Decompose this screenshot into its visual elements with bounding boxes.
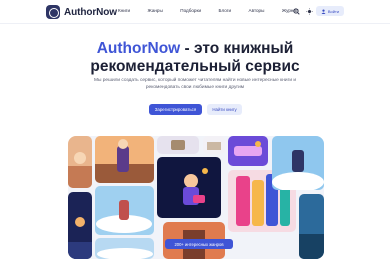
gallery-tile [157,157,221,218]
hero-subtitle: Мы решили создать сервис, который поможе… [93,78,297,90]
logo-icon [46,5,60,19]
main-nav: Книги Жанры Подборки Блоги Авторы Журнал [118,8,316,13]
nav-item-books[interactable]: Книги [118,8,130,13]
register-button[interactable]: Зарегистрироваться [149,104,202,115]
nav-item-genres[interactable]: Жанры [148,8,163,13]
title-line2: рекомендательный сервис [90,58,300,75]
page: AuthorNow Книги Жанры Подборки Блоги Авт… [0,0,390,259]
genres-badge: 200+ интересных жанров [165,239,233,249]
gallery-tile [68,192,92,259]
title-brand: AuthorNow [96,40,181,57]
nav-item-collections[interactable]: Подборки [180,8,201,13]
login-button[interactable]: Войти [316,6,344,16]
gallery-tile [272,136,324,190]
nav-item-blogs[interactable]: Блоги [219,8,232,13]
user-icon [321,9,326,14]
theme-toggle-icon[interactable] [304,6,314,16]
gallery-tile [68,136,92,188]
title-line1-rest: - это книжный [180,40,294,57]
gallery-tile [95,186,154,235]
gallery-tile [95,136,154,183]
logo[interactable]: AuthorNow [46,5,117,19]
top-bar: AuthorNow Книги Жанры Подборки Блоги Авт… [0,0,390,24]
gallery-tile [203,136,225,154]
page-title: AuthorNow - это книжный рекомендательный… [0,40,390,76]
search-icon[interactable] [291,6,301,16]
logo-text: AuthorNow [64,6,117,18]
gallery-tile [95,238,154,259]
login-label: Войти [327,8,340,14]
find-book-button[interactable]: Найти книгу [207,104,242,115]
nav-item-authors[interactable]: Авторы [249,8,265,13]
gallery-tile [157,136,199,154]
gallery-tile [228,136,268,166]
gallery-tile [299,194,324,259]
